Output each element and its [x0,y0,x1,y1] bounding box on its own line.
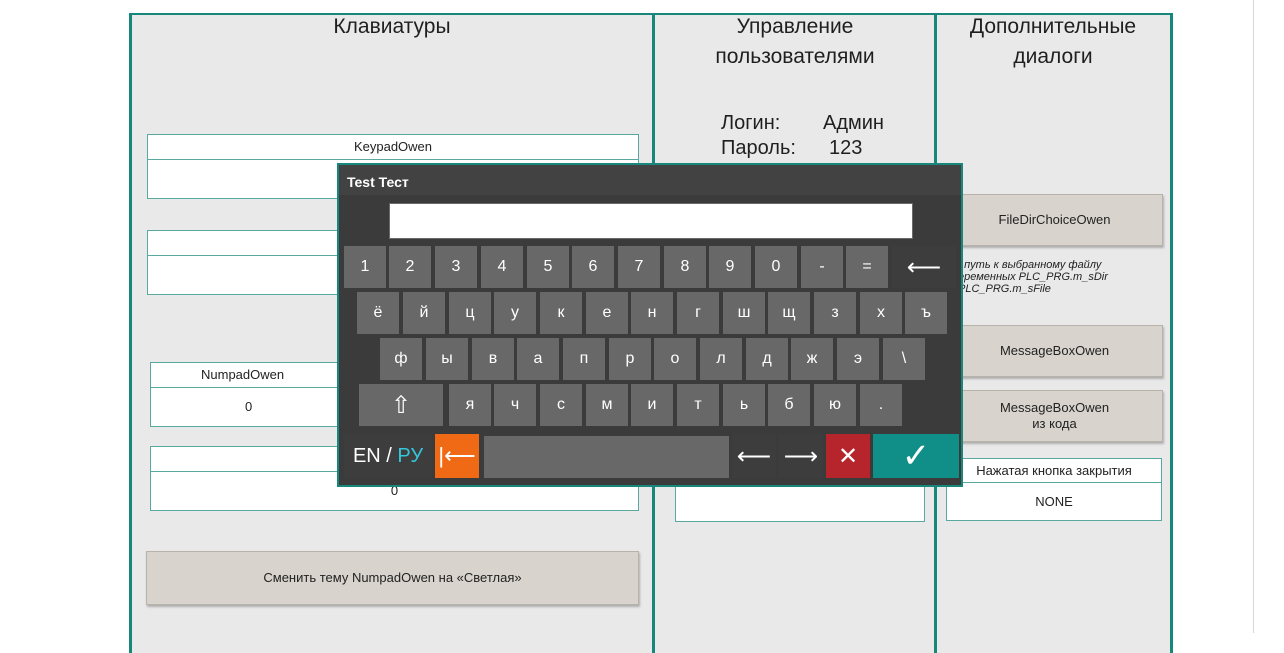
key-f[interactable]: ф [380,338,422,380]
lang-ru-label: РУ [397,444,424,467]
keyboard-dialog-title: Test Тест [339,165,961,195]
path-note-line1: : путь к выбранному файлу [958,259,1102,271]
key-m[interactable]: м [586,384,628,426]
key-yu[interactable]: ю [814,384,856,426]
key-ts[interactable]: ц [449,292,491,334]
key-9[interactable]: 9 [709,246,751,288]
key-d[interactable]: д [746,338,788,380]
dialogs-title-line1: Дополнительные [969,15,1137,38]
close-button-header: Нажатая кнопка закрытия [946,458,1162,483]
cursor-left-key[interactable]: ⟵ [732,434,776,478]
messagebox-code-label-2: из кода [1032,416,1077,431]
messagebox-from-code-button[interactable]: MessageBoxOwen из кода [946,390,1163,442]
cancel-key[interactable]: ✕ [826,434,870,478]
key-l[interactable]: л [700,338,742,380]
key-n[interactable]: н [631,292,673,334]
keyboard-input[interactable] [389,203,913,239]
column-divider [1170,13,1173,653]
key-k[interactable]: к [540,292,582,334]
lang-en-label: EN [352,444,381,467]
key-1[interactable]: 1 [344,246,386,288]
messagebox-button[interactable]: MessageBoxOwen [946,325,1163,377]
key-b[interactable]: б [768,384,810,426]
key-8[interactable]: 8 [664,246,706,288]
key-3[interactable]: 3 [435,246,477,288]
key-e[interactable]: е [586,292,628,334]
shift-key[interactable]: ⇧ [359,384,443,426]
theme-switch-button[interactable]: Сменить тему NumpadOwen на «Светлая» [146,551,639,605]
keyboard-dialog: Test Тест 1 2 3 4 5 6 7 8 9 0 - = ⟵ ё й … [337,163,963,487]
keypad-field-header: KeypadOwen [147,134,639,160]
confirm-key[interactable]: ✓ [873,434,959,478]
key-s[interactable]: с [540,384,582,426]
key-ya[interactable]: я [449,384,491,426]
key-kh[interactable]: х [860,292,902,334]
key-zh[interactable]: ж [791,338,833,380]
key-period[interactable]: . [860,384,902,426]
key-hard-sign[interactable]: ъ [905,292,947,334]
key-y-short[interactable]: й [403,292,445,334]
key-equals[interactable]: = [846,246,888,288]
messagebox-code-label-1: MessageBoxOwen [999,400,1110,415]
password-value: 123 [829,137,863,159]
language-toggle[interactable]: EN / РУ [344,434,432,478]
key-r[interactable]: р [609,338,651,380]
page-right-border [1253,0,1254,633]
login-value: Админ [823,112,884,134]
path-note-line3: PLC_PRG.m_sFile [958,283,1051,295]
key-p[interactable]: п [563,338,605,380]
dialogs-title-line2: диалоги [1013,45,1093,68]
key-yo[interactable]: ё [357,292,399,334]
backspace-key[interactable]: ⟵ [892,246,956,288]
key-t[interactable]: т [677,384,719,426]
users-title-line1: Управление [736,15,854,38]
key-v[interactable]: в [472,338,514,380]
home-key[interactable]: |⟵ [435,434,479,478]
key-4[interactable]: 4 [481,246,523,288]
key-g[interactable]: г [677,292,719,334]
key-backslash[interactable]: \ [883,338,925,380]
key-0[interactable]: 0 [755,246,797,288]
key-a[interactable]: а [517,338,559,380]
lang-separator: / [380,444,398,467]
keyboards-title: Клавиатуры [333,15,451,38]
key-ch[interactable]: ч [494,384,536,426]
key-5[interactable]: 5 [527,246,569,288]
key-o[interactable]: о [654,338,696,380]
path-note-line2: еременных PLC_PRG.m_sDir [958,271,1108,283]
key-sh[interactable]: ш [723,292,765,334]
column-divider [129,13,132,653]
key-7[interactable]: 7 [618,246,660,288]
key-minus[interactable]: - [801,246,843,288]
key-yery[interactable]: ы [426,338,468,380]
users-title-line2: пользователями [715,45,875,68]
login-label: Логин: [721,112,781,134]
close-button-value: NONE [946,482,1162,521]
key-shch[interactable]: щ [768,292,810,334]
key-2[interactable]: 2 [389,246,431,288]
filedir-choice-button[interactable]: FileDirChoiceOwen [946,194,1163,246]
key-soft-sign[interactable]: ь [723,384,765,426]
key-z[interactable]: з [814,292,856,334]
key-e-reverse[interactable]: э [837,338,879,380]
password-label: Пароль: [721,137,796,159]
space-key[interactable] [484,436,729,478]
key-u[interactable]: у [494,292,536,334]
key-6[interactable]: 6 [572,246,614,288]
cursor-right-key[interactable]: ⟶ [779,434,823,478]
key-i[interactable]: и [631,384,673,426]
